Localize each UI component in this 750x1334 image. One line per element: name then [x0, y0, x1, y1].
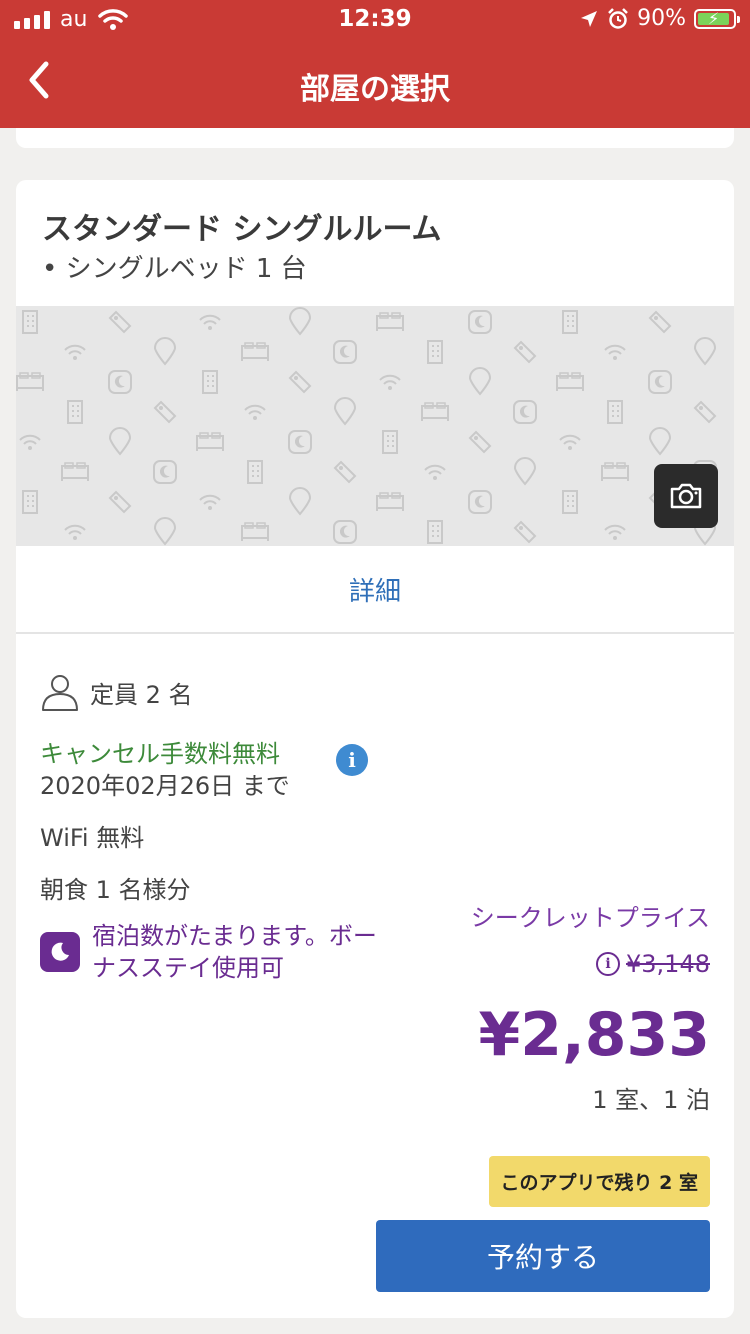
- original-price-row: i ¥3,148: [596, 950, 710, 978]
- pattern-icon: [334, 397, 356, 425]
- pattern-icon: [562, 310, 578, 334]
- pattern-icon: [607, 400, 623, 424]
- pattern-icon: [424, 464, 446, 481]
- info-icon[interactable]: i: [336, 744, 368, 776]
- rooms-left-badge: このアプリで残り 2 室: [488, 1156, 710, 1207]
- pattern-icon: [289, 487, 311, 515]
- room-card: スタンダード シングルルーム • シングルベッド 1 台 詳細 定員 2 名 キ…: [16, 180, 734, 1318]
- pattern-icon: [649, 427, 671, 455]
- pattern-icon: [333, 340, 357, 364]
- pattern-icon: [202, 370, 218, 394]
- pattern-icon: [154, 401, 176, 423]
- bed-info: • シングルベッド 1 台: [42, 254, 307, 284]
- status-bar: au 12:39 90% ⚡: [0, 0, 750, 40]
- pattern-icon: [556, 372, 584, 392]
- moon-icon: [40, 932, 80, 972]
- pattern-icon: [333, 520, 357, 544]
- current-price: ¥2,833: [478, 1000, 710, 1070]
- pattern-icon: [376, 312, 404, 332]
- pattern-icon: [154, 337, 176, 365]
- pattern-icon: [22, 490, 38, 514]
- battery-icon: ⚡: [694, 8, 740, 29]
- pattern-icon: [109, 311, 131, 333]
- pattern-icon: [199, 314, 221, 331]
- pattern-icon: [559, 434, 581, 451]
- pattern-icon: [61, 462, 89, 482]
- pattern-icon: [64, 524, 86, 541]
- pattern-icon: [601, 462, 629, 482]
- price-unit: 1 室、1 泊: [592, 1086, 710, 1114]
- pattern-icon: [562, 490, 578, 514]
- pattern-icon: [199, 494, 221, 511]
- cancellation-deadline: 2020年02月26日 まで: [40, 772, 290, 800]
- pattern-icon: [19, 434, 41, 451]
- pattern-icon: [421, 402, 449, 422]
- pattern-icon: [469, 431, 491, 453]
- pattern-icon: [427, 520, 443, 544]
- pattern-icon: [334, 461, 356, 483]
- pattern-icon: [514, 457, 536, 485]
- price-info-icon[interactable]: i: [596, 952, 621, 976]
- free-cancellation-text: キャンセル手数料無料: [40, 740, 280, 768]
- reserve-button[interactable]: 予約する: [376, 1220, 710, 1292]
- location-arrow-icon: [581, 10, 598, 27]
- room-photo-placeholder[interactable]: [16, 306, 734, 546]
- pattern-icon: [694, 401, 716, 423]
- pattern-icon: [289, 371, 311, 393]
- pattern-icon: [469, 367, 491, 395]
- pattern-icon: [288, 430, 312, 454]
- room-title: スタンダード シングルルーム: [42, 212, 442, 247]
- capacity-row: 定員 2 名: [40, 672, 193, 712]
- capacity-text: 定員 2 名: [90, 680, 193, 709]
- pattern-icon: [108, 370, 132, 394]
- pattern-icon: [468, 310, 492, 334]
- app-header: au 12:39 90% ⚡ 部屋の選択: [0, 0, 750, 128]
- pattern-icon: [514, 521, 536, 543]
- pattern-icon: [241, 522, 269, 542]
- pattern-icon: [382, 430, 398, 454]
- pattern-icon: [376, 492, 404, 512]
- bonus-line-1: 宿泊数がたまります。ボー: [92, 922, 377, 950]
- original-price: ¥3,148: [626, 950, 710, 978]
- battery-percent: 90%: [637, 6, 686, 31]
- pattern-icon: [648, 370, 672, 394]
- pattern-icon: [514, 341, 536, 363]
- wifi-free-text: WiFi 無料: [40, 824, 145, 852]
- pattern-icon: [241, 342, 269, 362]
- pattern-icon: [468, 490, 492, 514]
- person-icon: [42, 675, 78, 711]
- details-link[interactable]: 詳細: [16, 546, 734, 634]
- pattern-icon: [289, 307, 311, 335]
- pattern-icon: [22, 310, 38, 334]
- pattern-icon: [379, 374, 401, 391]
- pattern-icon: [244, 404, 266, 421]
- bonus-stay-row: 宿泊数がたまります。ボー ナスステイ使用可: [40, 920, 420, 984]
- camera-icon: [670, 483, 702, 509]
- secret-price-label: シークレットプライス: [470, 904, 710, 932]
- pattern-icon: [694, 337, 716, 365]
- pattern-icon: [196, 432, 224, 452]
- pattern-icon: [604, 524, 626, 541]
- pattern-icon: [513, 400, 537, 424]
- pattern-icon: [154, 517, 176, 545]
- page-title: 部屋の選択: [300, 72, 450, 107]
- pattern-icon: [153, 460, 177, 484]
- pattern-icon: [109, 427, 131, 455]
- pattern-icon: [427, 340, 443, 364]
- bonus-line-2: ナスステイ使用可: [92, 954, 284, 982]
- previous-card: [16, 128, 734, 148]
- pattern-icon: [247, 460, 263, 484]
- camera-button[interactable]: [654, 464, 718, 528]
- pattern-icon: [604, 344, 626, 361]
- pattern-icon: [109, 491, 131, 513]
- pattern-icon: [649, 311, 671, 333]
- pattern-icon: [67, 400, 83, 424]
- bonus-stay-text: 宿泊数がたまります。ボー ナスステイ使用可: [92, 920, 377, 984]
- placeholder-pattern: [16, 307, 717, 545]
- pattern-icon: [64, 344, 86, 361]
- breakfast-text: 朝食 1 名様分: [40, 876, 191, 904]
- pattern-icon: [16, 372, 44, 392]
- alarm-icon: [608, 7, 628, 29]
